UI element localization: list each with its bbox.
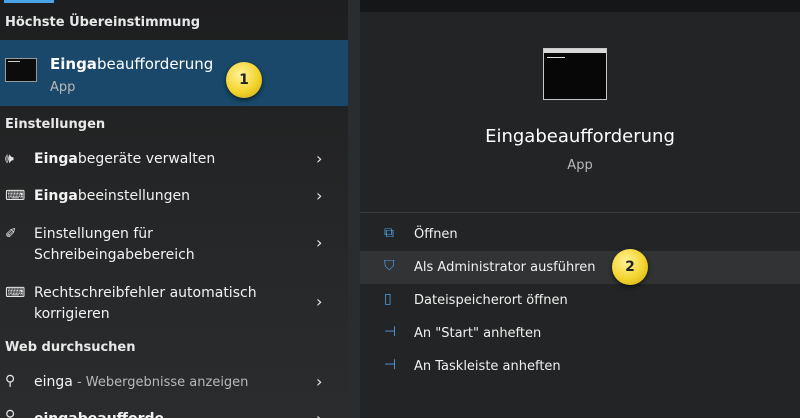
web-suffix: - Webergebnisse anzeigen <box>72 375 249 390</box>
folder-icon: ▯ <box>384 291 392 307</box>
pen-icon: ✐ <box>5 226 17 242</box>
app-type: App <box>567 158 593 173</box>
command-prompt-icon <box>5 58 37 82</box>
app-details-panel: Eingabeaufforderung App ⧉ Öffnen ⛉ Als A… <box>360 12 800 418</box>
best-match-item[interactable]: Eingabeaufforderung App 1 <box>0 40 348 106</box>
action-open-file-location[interactable]: ▯ Dateispeicherort öffnen <box>360 284 800 317</box>
setting-item-handwriting[interactable]: ✐ Einstellungen für Schreibeingabebereic… <box>0 223 348 269</box>
search-icon: ⚲ <box>5 408 16 418</box>
chevron-right-icon: › <box>316 409 322 418</box>
setting-item-input-settings[interactable]: ⌨ Eingabeeinstellungen › <box>0 185 348 213</box>
settings-heading: Einstellungen <box>5 117 106 132</box>
best-match-title: Eingabeaufforderung <box>50 55 214 73</box>
action-run-as-admin[interactable]: ⛉ Als Administrator ausführen 2 <box>360 249 800 285</box>
action-pin-taskbar[interactable]: ⊣ An Taskleiste anheften <box>360 350 800 383</box>
setting-label-line1: Einstellungen für <box>34 226 153 242</box>
command-prompt-large-icon <box>543 48 607 100</box>
keyboard-icon: ⌨ <box>5 285 26 301</box>
chevron-right-icon: › <box>316 292 323 311</box>
pin-icon: ⊣ <box>384 324 397 340</box>
chevron-right-icon: › <box>316 149 323 168</box>
action-open[interactable]: ⧉ Öffnen <box>360 218 800 251</box>
search-results-panel: Höchste Übereinstimmung Eingabeaufforder… <box>0 0 348 418</box>
setting-item-input-devices[interactable]: 🕪 Eingabegeräte verwalten › <box>0 148 348 176</box>
chevron-right-icon: › <box>316 372 323 391</box>
step-badge-2: 2 <box>612 249 648 285</box>
web-heading: Web durchsuchen <box>5 340 136 355</box>
speaker-icon: 🕪 <box>5 151 14 167</box>
step-badge-1: 1 <box>226 62 262 98</box>
chevron-right-icon: › <box>316 233 323 252</box>
open-icon: ⧉ <box>384 225 394 241</box>
keyboard-icon: ⌨ <box>5 188 26 204</box>
pin-icon: ⊣ <box>384 357 397 373</box>
divider <box>360 212 800 213</box>
search-icon: ⚲ <box>5 373 16 389</box>
app-title: Eingabeaufforderung <box>485 126 675 147</box>
setting-label-line2: korrigieren <box>34 306 110 322</box>
web-query: einga <box>34 374 73 390</box>
web-search-item[interactable]: ⚲ einga - Webergebnisse anzeigen › <box>0 371 348 397</box>
panel-gap <box>348 0 360 418</box>
chevron-right-icon: › <box>316 186 323 205</box>
setting-item-autocorrect[interactable]: ⌨ Rechtschreibfehler automatisch korrigi… <box>0 282 348 328</box>
setting-label-line2: Schreibeingabebereich <box>34 247 195 263</box>
action-pin-start[interactable]: ⊣ An "Start" anheften <box>360 317 800 350</box>
best-match-heading: Höchste Übereinstimmung <box>5 15 200 30</box>
setting-label-line1: Rechtschreibfehler automatisch <box>34 285 257 301</box>
best-match-type: App <box>50 80 76 95</box>
web-search-item-partial[interactable]: ⚲ eingabeaufforde › <box>0 406 348 418</box>
shield-icon: ⛉ <box>384 258 395 274</box>
